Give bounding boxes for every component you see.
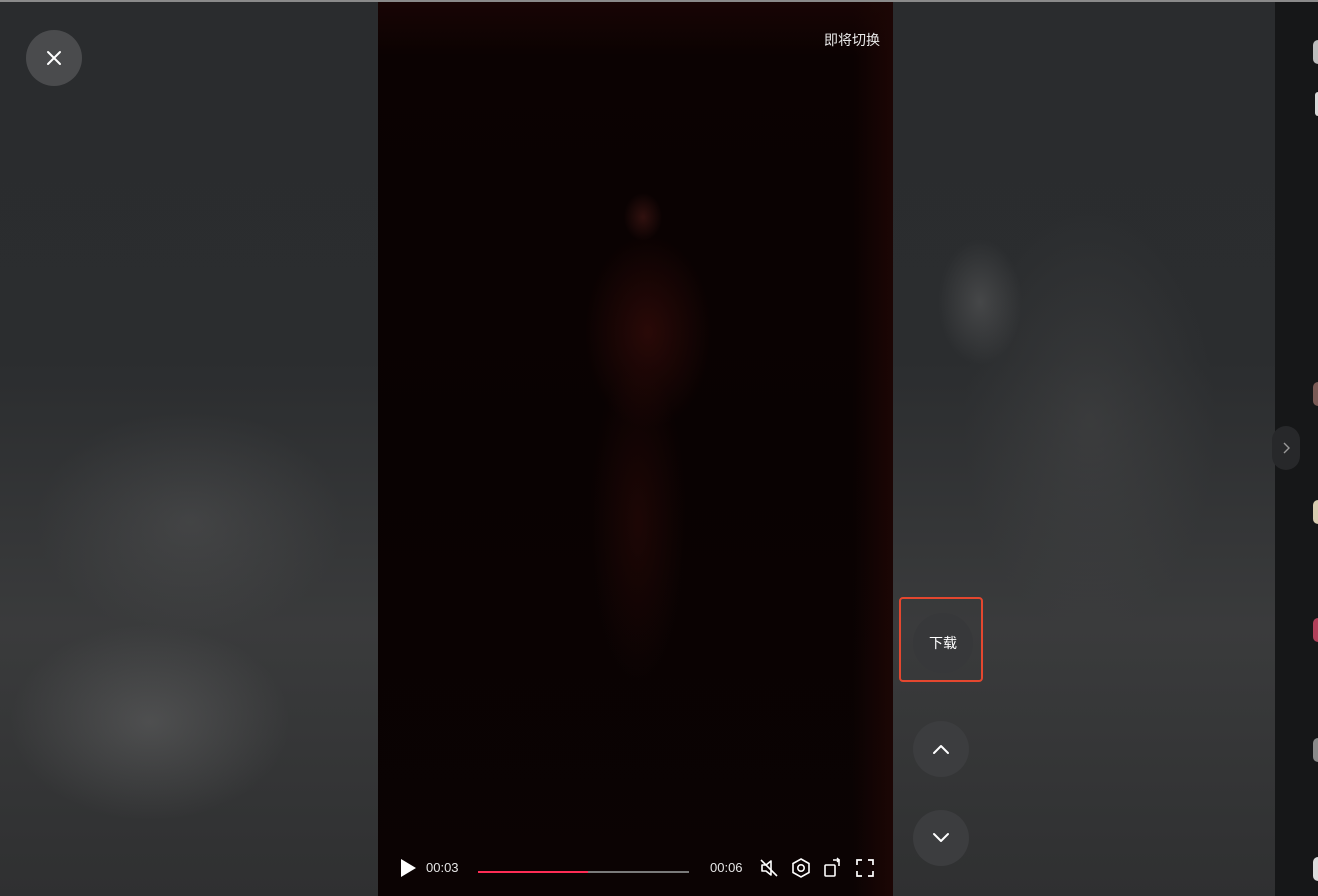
muted-speaker-icon[interactable]: [758, 857, 780, 879]
chevron-up-icon: [933, 745, 949, 754]
fullscreen-icon[interactable]: [854, 857, 876, 879]
next-video-button[interactable]: [913, 810, 969, 866]
duration: 00:06: [710, 860, 743, 875]
avatar[interactable]: [1313, 40, 1318, 64]
progress-bar[interactable]: [478, 871, 689, 873]
close-icon: [47, 51, 61, 65]
avatar[interactable]: [1313, 618, 1318, 642]
avatar[interactable]: [1313, 738, 1318, 762]
close-button[interactable]: [26, 30, 82, 86]
previous-video-button[interactable]: [913, 721, 969, 777]
auto-switch-label: 即将切换: [824, 32, 880, 48]
progress-fill: [478, 871, 588, 873]
avatar[interactable]: [1313, 500, 1318, 524]
expand-panel-button[interactable]: [1272, 426, 1300, 470]
chevron-right-icon: [1283, 442, 1290, 454]
video-player[interactable]: 即将切换 00:03 00:06: [378, 2, 893, 896]
chevron-down-icon: [933, 833, 949, 842]
current-time: 00:03: [426, 860, 459, 875]
settings-icon[interactable]: [790, 857, 812, 879]
play-icon[interactable]: [398, 857, 418, 879]
avatar[interactable]: [1313, 857, 1318, 881]
avatar[interactable]: [1313, 382, 1318, 406]
player-controls: 00:03 00:06: [378, 840, 893, 896]
download-button[interactable]: 下载: [913, 613, 973, 673]
rotate-screen-icon[interactable]: [822, 857, 844, 879]
